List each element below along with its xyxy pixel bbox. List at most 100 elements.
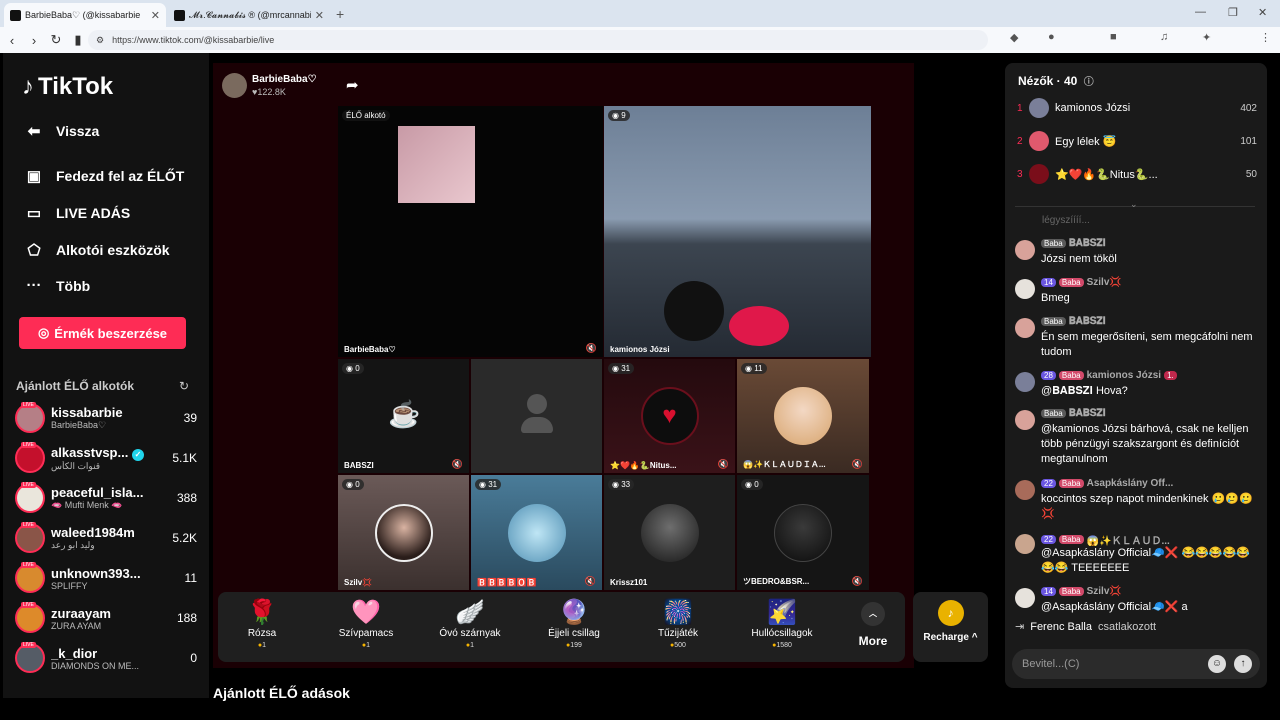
chevron-down-icon[interactable]: ⌄ — [1130, 199, 1138, 210]
gift-item[interactable]: 🌹 Rózsa ●1 — [218, 592, 306, 662]
recommended-creator[interactable]: LIVE unknown393... SPLIFFY 11 — [15, 560, 197, 596]
extension-icon[interactable]: ● — [1048, 31, 1055, 43]
message-text: Bmeg — [1041, 292, 1070, 304]
extension-icon[interactable]: ◆ — [1010, 31, 1018, 44]
reload-icon[interactable]: ↻ — [46, 32, 66, 48]
gift-item[interactable]: 🩷 Szívpamacs ●1 — [322, 592, 410, 662]
info-icon[interactable]: ⓘ — [1084, 77, 1094, 88]
back-nav-item[interactable]: ⬅ Vissza — [23, 122, 100, 140]
gift-item[interactable]: 🪽 Óvó szárnyak ●1 — [426, 592, 514, 662]
back-icon[interactable]: ‹ — [2, 33, 22, 48]
sender-name[interactable]: 𝐁𝐀𝐁𝐒𝐙𝐈 — [1069, 238, 1106, 249]
gift-icon: 🌠 — [767, 599, 797, 626]
browser-tab-active[interactable]: BarbieBaba♡ (@kissabarbie ✕ — [4, 3, 166, 27]
sender-name[interactable]: kamionos Józsi — [1087, 370, 1161, 381]
avatar[interactable] — [1015, 240, 1035, 260]
guest-video-szilv[interactable]: ◉ 0 Szilv💢 — [338, 475, 469, 590]
creator-subtitle: وليد ابو رعد — [51, 540, 95, 550]
chat-input[interactable]: Bevitel...(C) ☺ ↑ — [1012, 649, 1260, 679]
get-coins-button[interactable]: ◎ Érmék beszerzése — [19, 317, 186, 349]
refresh-icon[interactable]: ↻ — [179, 379, 189, 393]
sender-name[interactable]: 𝐁𝐀𝐁𝐒𝐙𝐈 — [1069, 316, 1106, 327]
recommended-creator[interactable]: LIVE zuraayam ZURA AYAM 188 — [15, 600, 197, 636]
close-tab-icon[interactable]: ✕ — [151, 9, 160, 22]
recommended-creator[interactable]: LIVE _k_dior DIAMONDS ON ME... 0 — [15, 640, 197, 676]
joined-user[interactable]: Ferenc Balla — [1030, 621, 1092, 633]
avatar — [1029, 131, 1049, 151]
avatar[interactable] — [1015, 480, 1035, 500]
avatar[interactable] — [1015, 318, 1035, 338]
top-viewer[interactable]: 1 kamionos Józsi 402 — [1017, 96, 1257, 120]
gift-item[interactable]: 🌠 Hullócsillagok ●1580 — [738, 592, 826, 662]
guest-video-babszi[interactable]: ◉ 0 ☕ BABSZI 🔇 — [338, 359, 469, 473]
site-info-icon[interactable]: ⚙ — [96, 35, 104, 46]
share-icon[interactable]: ➦ — [346, 76, 359, 94]
live-tag: LIVE — [21, 562, 36, 568]
recommended-creator[interactable]: LIVE peaceful_isla... 🫦 Mufti Menk 🫦 388 — [15, 480, 197, 516]
menu-icon[interactable]: ⋮ — [1260, 31, 1271, 44]
coffee-cup-icon: ☕ — [388, 399, 421, 429]
emoji-icon[interactable]: ☺ — [1208, 655, 1226, 673]
guest-video-klaudia[interactable]: ◉ 11 😱✨ＫＬＡＵＤＩＡ... 🔇 — [737, 359, 869, 473]
more-gifts-button[interactable]: ︿ More — [853, 602, 893, 648]
close-window-icon[interactable]: ✕ — [1258, 6, 1267, 19]
extensions-icon[interactable]: ✦ — [1202, 31, 1211, 44]
tiktok-logo[interactable]: ♪ TikTok — [22, 73, 113, 101]
guest-video-brendon[interactable]: ◉ 31 🅱️🅱️🅱️🅱️🅾️🅱️ 🔇 — [471, 475, 602, 590]
viewer-badge: ◉ 0 — [342, 363, 364, 374]
guest-video-nitus[interactable]: ◉ 31 ♥ ⭐❤️🔥🐍Nitus... 🔇 — [604, 359, 735, 473]
avatar[interactable] — [1015, 410, 1035, 430]
extension-icon[interactable]: ■ — [1110, 31, 1117, 43]
message-header: 14 Baba Szilv💢 — [1041, 586, 1122, 597]
guest-video-bedro[interactable]: ◉ 0 ツBEDRO&BSR... 🔇 — [737, 475, 869, 590]
browser-tab[interactable]: 𝓜𝓻.𝓒𝓪𝓷𝓷𝓪𝓫𝓲𝓼 ® (@mrcannabis_) ✕ — [168, 3, 330, 27]
gift-icon: 🌹 — [247, 599, 277, 626]
creator-name: kissabarbie — [51, 405, 123, 420]
level-badge: 22 — [1041, 479, 1056, 488]
gift-item[interactable]: 🎆 Tűzijáték ●500 — [634, 592, 722, 662]
go-live-nav-item[interactable]: ▭ LIVE ADÁS — [23, 204, 130, 222]
new-tab-button[interactable]: + — [336, 6, 344, 22]
avatar[interactable] — [1015, 372, 1035, 392]
viewer-rank: 1 — [1017, 102, 1023, 114]
maximize-icon[interactable]: ❐ — [1228, 6, 1238, 19]
address-bar[interactable]: ⚙ https://www.tiktok.com/@kissabarbie/li… — [88, 30, 988, 50]
guest-video-kamionos[interactable]: ◉ 9 kamionos Józsi — [604, 106, 871, 357]
sender-name[interactable]: Szilv💢 — [1087, 586, 1122, 597]
top-viewer[interactable]: 2 Egy lélek 😇 101 — [1017, 129, 1257, 153]
user-placeholder-icon — [521, 394, 553, 439]
more-dots-icon: ··· — [26, 277, 42, 294]
send-icon[interactable]: ↑ — [1234, 655, 1252, 673]
minimize-icon[interactable]: — — [1195, 6, 1206, 18]
top-viewer[interactable]: 3 ⭐❤️🔥🐍Nitus🐍... 50 — [1017, 162, 1257, 186]
forward-icon[interactable]: › — [24, 33, 44, 48]
recharge-button[interactable]: ♪ Recharge ^ — [913, 592, 988, 662]
main-host-video[interactable]: ÉLŐ alkotó BarbieBaba♡ 🔇 — [338, 106, 603, 357]
sender-name[interactable]: 😱✨ＫＬＡＵＤ... — [1087, 532, 1170, 547]
sender-name[interactable]: Asapkáslány Off... — [1087, 478, 1174, 489]
avatar[interactable] — [1015, 588, 1035, 608]
level-badge: 14 — [1041, 587, 1056, 596]
guest-slot-empty[interactable] — [471, 359, 602, 473]
recommended-creator[interactable]: LIVE alkasstvsp... ✓ قنوات الكأس 5.1K — [15, 440, 197, 476]
recommended-creator[interactable]: LIVE kissabarbie BarbieBaba♡ 39 — [15, 400, 197, 436]
guest-video-krissz[interactable]: ◉ 33 Krissz101 — [604, 475, 735, 590]
close-tab-icon[interactable]: ✕ — [315, 9, 324, 22]
avatar[interactable] — [1015, 279, 1035, 299]
creator-tools-nav-item[interactable]: ⬠ Alkotói eszközök — [23, 241, 169, 259]
mute-icon: 🔇 — [584, 576, 596, 586]
guest-name: 🅱️🅱️🅱️🅱️🅾️🅱️ — [477, 578, 537, 587]
more-nav-item[interactable]: ··· Több — [23, 277, 91, 294]
explore-live-nav-item[interactable]: ▣ Fedezd fel az ÉLŐT — [23, 167, 184, 185]
guest-name: kamionos Józsi — [610, 345, 670, 354]
recommended-creator[interactable]: LIVE waleed1984m وليد ابو رعد 5.2K — [15, 520, 197, 556]
gift-item[interactable]: 🔮 Éjjeli csillag ●199 — [530, 592, 618, 662]
avatar[interactable] — [1015, 534, 1035, 554]
host-name[interactable]: BarbieBaba♡ — [252, 74, 317, 85]
music-icon[interactable]: ♫ — [1160, 31, 1168, 43]
sender-name[interactable]: Szilv💢 — [1087, 277, 1122, 288]
host-avatar[interactable] — [222, 73, 247, 98]
tiktok-favicon-icon — [174, 9, 185, 21]
bookmark-icon[interactable]: ▮ — [68, 32, 88, 48]
sender-name[interactable]: 𝐁𝐀𝐁𝐒𝐙𝐈 — [1069, 408, 1106, 419]
